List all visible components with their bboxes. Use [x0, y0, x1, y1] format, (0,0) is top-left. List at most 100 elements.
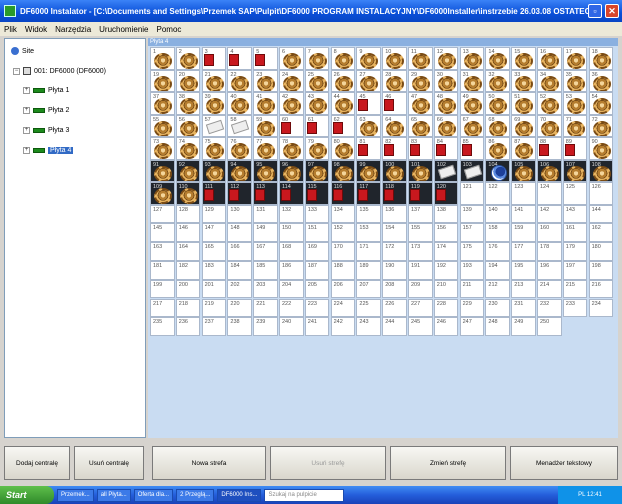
grid-cell[interactable]: 181 — [150, 260, 175, 280]
grid-cell[interactable]: 113 — [253, 182, 278, 205]
grid-cell[interactable]: 20 — [175, 69, 201, 92]
menu-uruchomienie[interactable]: Uruchomienie — [99, 25, 148, 34]
grid-cell[interactable]: 140 — [485, 204, 510, 224]
grid-cell[interactable]: 158 — [485, 223, 510, 243]
grid-cell[interactable]: 42 — [279, 92, 304, 115]
grid-cell[interactable]: 197 — [562, 260, 588, 280]
grid-cell[interactable]: 186 — [279, 260, 304, 280]
grid-cell[interactable]: 165 — [201, 242, 227, 261]
grid-cell[interactable]: 91 — [150, 159, 175, 182]
grid-cell[interactable]: 130 — [227, 204, 252, 224]
grid-cell[interactable]: 184 — [227, 260, 252, 280]
grid-cell[interactable]: 225 — [356, 298, 381, 318]
grid-cell[interactable]: 171 — [356, 242, 381, 261]
grid-cell[interactable]: 145 — [150, 223, 175, 243]
grid-cell[interactable]: 70 — [537, 114, 562, 137]
grid-cell[interactable]: 81 — [356, 137, 381, 160]
grid-cell[interactable]: 244 — [382, 317, 407, 337]
grid-cell[interactable]: 129 — [201, 204, 227, 224]
grid-cell[interactable]: 199 — [150, 279, 175, 299]
change-zone-button[interactable]: Zmień strefę — [390, 446, 506, 480]
grid-cell[interactable]: 239 — [253, 317, 278, 337]
grid-cell[interactable]: 94 — [227, 159, 252, 182]
grid-cell[interactable]: 3 — [201, 47, 227, 70]
grid-cell[interactable]: 51 — [511, 92, 536, 115]
desktop-search-input[interactable]: Szukaj na pulpicie — [264, 488, 345, 502]
grid-cell[interactable]: 101 — [408, 159, 433, 182]
grid-cell[interactable]: 218 — [175, 298, 201, 318]
grid-cell[interactable]: 226 — [382, 298, 407, 318]
grid-cell[interactable]: 161 — [562, 223, 588, 243]
grid-cell[interactable]: 151 — [304, 223, 330, 243]
grid-cell[interactable]: 71 — [562, 114, 588, 137]
grid-cell[interactable]: 177 — [511, 242, 536, 261]
grid-cell[interactable]: 211 — [459, 279, 485, 299]
new-zone-button[interactable]: Nowa strefa — [152, 446, 266, 480]
grid-cell[interactable]: 126 — [588, 182, 614, 205]
grid-cell[interactable]: 232 — [537, 298, 562, 318]
grid-cell[interactable]: 7 — [304, 47, 330, 70]
taskbar-item[interactable]: Przemek... — [57, 488, 94, 502]
expand-expander-icon[interactable]: + — [23, 107, 30, 114]
tree-item-board[interactable]: + Płyta 1 — [23, 87, 69, 94]
grid-cell[interactable]: 118 — [382, 182, 407, 205]
grid-cell[interactable]: 187 — [304, 260, 330, 280]
grid-cell[interactable]: 237 — [201, 317, 227, 337]
grid-cell[interactable]: 112 — [227, 182, 252, 205]
grid-cell[interactable]: 175 — [459, 242, 485, 261]
grid-cell[interactable]: 83 — [408, 137, 433, 160]
grid-cell[interactable]: 155 — [408, 223, 433, 243]
grid-cell[interactable]: 224 — [330, 298, 356, 318]
grid-cell[interactable]: 25 — [304, 69, 330, 92]
grid-cell[interactable]: 207 — [356, 279, 381, 299]
grid-cell[interactable]: 250 — [537, 317, 562, 337]
grid-cell[interactable]: 88 — [537, 137, 562, 160]
grid-cell[interactable]: 93 — [201, 159, 227, 182]
grid-cell[interactable]: 204 — [279, 279, 304, 299]
grid-cell[interactable]: 4 — [227, 47, 252, 70]
grid-cell[interactable]: 69 — [511, 114, 536, 137]
grid-cell[interactable]: 99 — [356, 159, 381, 182]
grid-cell[interactable]: 138 — [433, 204, 459, 224]
grid-cell[interactable]: 159 — [511, 223, 536, 243]
grid-cell[interactable]: 234 — [588, 298, 614, 318]
grid-cell[interactable]: 208 — [382, 279, 407, 299]
grid-cell[interactable]: 147 — [201, 223, 227, 243]
grid-cell[interactable]: 75 — [201, 137, 227, 160]
grid-cell[interactable]: 46 — [382, 92, 407, 115]
grid-cell[interactable]: 11 — [408, 47, 433, 70]
grid-cell[interactable]: 10 — [382, 47, 407, 70]
taskbar-item-active[interactable]: DF6000 Ins... — [217, 488, 262, 502]
grid-cell[interactable]: 35 — [562, 69, 588, 92]
grid-cell[interactable]: 216 — [588, 279, 614, 299]
tree-item-site[interactable]: Site — [11, 47, 34, 55]
grid-cell[interactable]: 144 — [588, 204, 614, 224]
grid-cell[interactable]: 215 — [562, 279, 588, 299]
grid-cell[interactable]: 22 — [227, 69, 252, 92]
grid-cell[interactable]: 128 — [175, 204, 201, 224]
grid-cell[interactable]: 1 — [150, 47, 175, 70]
grid-cell[interactable]: 41 — [253, 92, 278, 115]
grid-cell[interactable]: 33 — [511, 69, 536, 92]
grid-cell[interactable]: 29 — [408, 69, 433, 92]
grid-cell[interactable]: 58 — [227, 114, 252, 137]
grid-cell[interactable]: 143 — [562, 204, 588, 224]
grid-cell[interactable]: 133 — [304, 204, 330, 224]
grid-cell[interactable]: 137 — [408, 204, 433, 224]
grid-cell[interactable]: 135 — [356, 204, 381, 224]
grid-cell[interactable]: 189 — [356, 260, 381, 280]
expand-expander-icon[interactable]: + — [23, 87, 30, 94]
grid-cell[interactable]: 192 — [433, 260, 459, 280]
grid-cell[interactable]: 64 — [382, 114, 407, 137]
grid-cell[interactable]: 124 — [537, 182, 562, 205]
grid-cell[interactable]: 200 — [175, 279, 201, 299]
tree-item-board[interactable]: + Płyta 2 — [23, 107, 69, 114]
grid-cell[interactable]: 80 — [330, 137, 356, 160]
grid-cell[interactable]: 63 — [356, 114, 381, 137]
grid-cell[interactable]: 203 — [253, 279, 278, 299]
grid-cell[interactable]: 52 — [537, 92, 562, 115]
grid-cell[interactable]: 196 — [537, 260, 562, 280]
grid-cell[interactable]: 50 — [485, 92, 510, 115]
grid-cell[interactable]: 82 — [382, 137, 407, 160]
grid-cell[interactable]: 62 — [330, 114, 356, 137]
